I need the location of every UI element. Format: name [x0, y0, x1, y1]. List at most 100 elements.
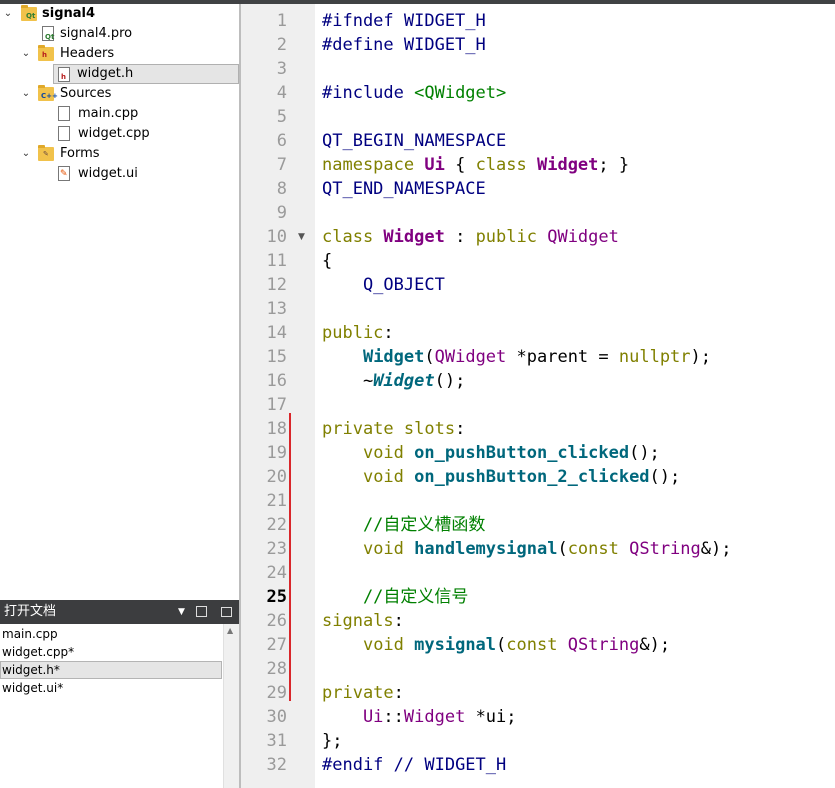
open-doc-item[interactable]: widget.ui* [0, 679, 222, 697]
code-line[interactable]: QT_END_NAMESPACE [322, 177, 486, 201]
code-token: #define WIDGET_H [322, 35, 486, 55]
code-line[interactable]: class Widget : public QWidget [322, 225, 619, 249]
line-number: 32 [266, 755, 287, 775]
line-number: 25 [266, 587, 287, 607]
tree-item-forms[interactable]: ⌄ ✎ Forms [0, 144, 239, 164]
code-line[interactable]: //自定义槽函数 [322, 513, 485, 537]
code-line[interactable]: Ui::Widget *ui; [322, 705, 517, 729]
code-token: (); [649, 467, 681, 487]
code-token: Widget [403, 707, 466, 727]
line-number: 10 [266, 227, 287, 247]
chevron-down-icon[interactable]: ⌄ [3, 4, 13, 24]
tree-item-label: widget.cpp [78, 126, 150, 141]
code-token: ( [424, 347, 435, 367]
code-token: :: [383, 707, 404, 727]
code-token: &); [700, 539, 732, 559]
line-number: 19 [266, 443, 287, 463]
code-line[interactable]: #endif // WIDGET_H [322, 753, 506, 777]
code-token: namespace [322, 155, 425, 175]
code-line[interactable]: Q_OBJECT [322, 273, 445, 297]
tree-item-main-cpp[interactable]: main.cpp [0, 104, 239, 124]
tree-item-label: widget.h [77, 66, 134, 81]
code-token: QT_END_NAMESPACE [322, 179, 486, 199]
tree-item-label: Headers [60, 46, 115, 61]
code-line[interactable]: void on_pushButton_clicked(); [322, 441, 660, 465]
close-pane-icon[interactable] [221, 607, 232, 617]
tree-item-sources[interactable]: ⌄ C++ Sources [0, 84, 239, 104]
tree-item-project[interactable]: ⌄ Qt signal4 [0, 4, 239, 24]
open-doc-item[interactable]: widget.h* [0, 661, 222, 679]
source-file-icon [58, 106, 70, 121]
code-line[interactable]: private: [322, 681, 404, 705]
code-token: private slots [322, 419, 456, 439]
chevron-down-icon[interactable]: ⌄ [21, 84, 31, 104]
line-number: 5 [276, 107, 287, 127]
line-number: 11 [266, 251, 287, 271]
code-token: #include [322, 83, 415, 103]
chevron-down-icon[interactable]: ▼ [178, 600, 185, 624]
tree-item-widget-ui[interactable]: ✎ widget.ui [0, 164, 239, 184]
tree-item-pro-file[interactable]: Qt signal4.pro [0, 24, 239, 44]
line-number: 7 [276, 155, 287, 175]
code-token: signals [322, 611, 394, 631]
open-documents-list[interactable]: main.cpp widget.cpp* widget.h* widget.ui… [0, 624, 239, 788]
code-line[interactable]: private slots: [322, 417, 465, 441]
code-line[interactable]: #ifndef WIDGET_H [322, 9, 486, 33]
vertical-scrollbar[interactable]: ▲ [223, 624, 239, 788]
project-tree[interactable]: ⌄ Qt signal4 Qt signal4.pro ⌄ h Headers … [0, 4, 239, 600]
code-line[interactable]: void mysignal(const QString&); [322, 633, 670, 657]
tree-item-widget-cpp[interactable]: widget.cpp [0, 124, 239, 144]
code-line[interactable]: void handlemysignal(const QString&); [322, 537, 732, 561]
code-token: Widget [362, 347, 425, 367]
tree-item-label: main.cpp [78, 106, 139, 121]
line-number: 17 [266, 395, 287, 415]
tree-item-label: Forms [60, 146, 100, 161]
code-token: Widget [373, 371, 435, 391]
header-file-icon: h [58, 67, 70, 82]
code-line[interactable]: }; [322, 729, 342, 753]
code-token: : [444, 227, 476, 247]
fold-arrow-icon[interactable]: ▼ [298, 225, 305, 249]
code-token: QT_BEGIN_NAMESPACE [322, 131, 507, 151]
code-line[interactable]: void on_pushButton_2_clicked(); [322, 465, 680, 489]
chevron-down-icon[interactable]: ⌄ [21, 44, 31, 64]
tree-item-widget-h[interactable]: h widget.h [53, 64, 239, 84]
open-doc-item[interactable]: widget.cpp* [0, 643, 222, 661]
code-line[interactable]: QT_BEGIN_NAMESPACE [322, 129, 506, 153]
code-token: ); [690, 347, 712, 367]
open-documents-header: 打开文档 ▼ [0, 600, 239, 624]
line-number: 13 [266, 299, 287, 319]
code-line[interactable]: #include <QWidget> [322, 81, 506, 105]
code-line[interactable]: #define WIDGET_H [322, 33, 486, 57]
code-token: //自定义信号 [322, 587, 469, 607]
code-editor[interactable] [315, 4, 835, 788]
line-number: 21 [266, 491, 287, 511]
scroll-up-icon[interactable]: ▲ [227, 626, 233, 635]
code-token: QWidget [434, 347, 507, 367]
split-icon[interactable] [196, 606, 207, 617]
code-token: }; [322, 731, 343, 751]
code-line[interactable]: signals: [322, 609, 404, 633]
code-line[interactable]: { [322, 249, 332, 273]
open-doc-item[interactable]: main.cpp [0, 625, 222, 643]
code-line[interactable]: Widget(QWidget *parent = nullptr); [322, 345, 711, 369]
tree-item-label: Sources [60, 86, 112, 101]
code-token: handlemysignal [414, 539, 558, 559]
tree-item-headers[interactable]: ⌄ h Headers [0, 44, 239, 64]
code-line[interactable]: ~Widget(); [322, 369, 465, 393]
code-line[interactable]: //自定义信号 [322, 585, 468, 609]
code-token: const [567, 539, 630, 559]
code-token: Ui [322, 707, 384, 727]
code-token: ( [496, 635, 507, 655]
code-token: on_pushButton_2_clicked [414, 467, 650, 487]
qt-project-icon: Qt [21, 5, 37, 21]
code-token: void [362, 443, 415, 463]
chevron-down-icon[interactable]: ⌄ [21, 144, 31, 164]
code-token: const [506, 635, 568, 655]
code-token: void [362, 467, 415, 487]
code-token: QString [629, 539, 701, 559]
code-line[interactable]: public: [322, 321, 394, 345]
code-line[interactable]: namespace Ui { class Widget; } [322, 153, 629, 177]
